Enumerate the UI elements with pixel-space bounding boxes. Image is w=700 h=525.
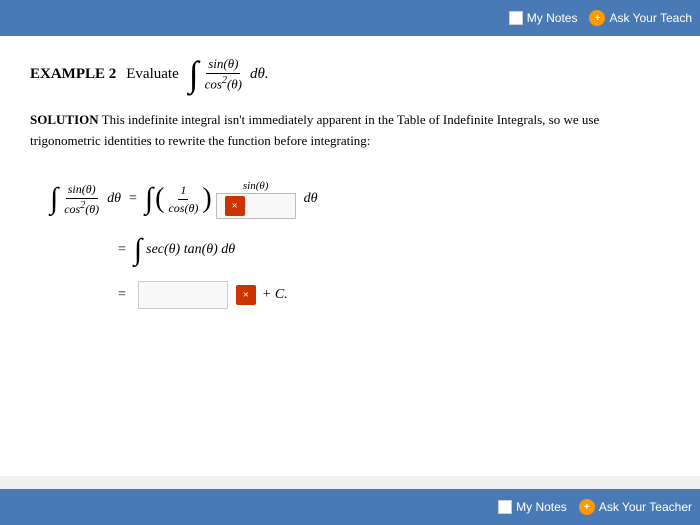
my-notes-section[interactable]: My Notes xyxy=(509,11,578,25)
frac-numerator: sin(θ) xyxy=(206,56,240,74)
rhs-frac-1-num: 1 xyxy=(178,183,188,200)
notes-checkbox[interactable] xyxy=(509,11,523,25)
sin-box-label: sin(θ) xyxy=(243,180,269,192)
evaluate-label: Evaluate xyxy=(126,66,178,83)
integral-symbol: ∫ xyxy=(189,56,199,92)
math-row-2: = ∫ sec(θ) tan(θ) dθ xyxy=(110,235,650,265)
integral-expression: ∫ sin(θ) cos2(θ) dθ. xyxy=(189,56,269,92)
main-content: EXAMPLE 2 Evaluate ∫ sin(θ) cos2(θ) dθ. … xyxy=(0,36,700,476)
bottom-ask-teacher-section[interactable]: + Ask Your Teacher xyxy=(579,499,692,515)
my-notes-label: My Notes xyxy=(527,11,578,25)
ask-teacher-icon: + xyxy=(589,10,605,26)
integral-lhs: ∫ xyxy=(50,184,58,214)
final-x-button[interactable]: × xyxy=(236,285,256,305)
math-working-area: ∫ sin(θ) cos2(θ) dθ = ∫ ( 1 cos(θ) ) xyxy=(30,170,670,345)
close-paren-1: ) xyxy=(202,185,211,213)
equals-2: = xyxy=(118,242,126,258)
bottom-ask-teacher-label: Ask Your Teacher xyxy=(599,500,692,514)
solution-label: SOLUTION xyxy=(30,112,99,127)
rhs-dtheta-1: dθ xyxy=(304,191,318,207)
integral-rhs1: ∫ xyxy=(145,184,153,214)
bottom-toolbar: My Notes + Ask Your Teacher xyxy=(0,489,700,525)
bottom-my-notes-section[interactable]: My Notes xyxy=(498,500,567,514)
top-toolbar: My Notes + Ask Your Teach xyxy=(0,0,700,36)
example-title: EXAMPLE 2 Evaluate ∫ sin(θ) cos2(θ) dθ. xyxy=(30,56,670,92)
bottom-notes-checkbox[interactable] xyxy=(498,500,512,514)
main-fraction: sin(θ) cos2(θ) xyxy=(203,56,244,92)
equals-1: = xyxy=(129,191,137,207)
integral-row2: ∫ xyxy=(134,235,142,265)
math-row-1: ∫ sin(θ) cos2(θ) dθ = ∫ ( 1 cos(θ) ) xyxy=(50,180,650,219)
solution-description: This indefinite integral isn't immediate… xyxy=(30,112,599,148)
plus-c: + C. xyxy=(262,287,288,303)
sec-tan-text: sec(θ) tan(θ) dθ xyxy=(146,242,235,258)
row3-expression: × + C. xyxy=(134,281,288,309)
sin-x-button[interactable]: × xyxy=(225,196,245,216)
bottom-my-notes-label: My Notes xyxy=(516,500,567,514)
lhs-expression: ∫ sin(θ) cos2(θ) dθ xyxy=(50,182,121,217)
lhs-fraction: sin(θ) cos2(θ) xyxy=(62,182,101,217)
rhs-frac-1-den: cos(θ) xyxy=(166,200,200,216)
bottom-ask-teacher-icon: + xyxy=(579,499,595,515)
lhs-frac-num: sin(θ) xyxy=(66,182,98,199)
math-row-3: = × + C. xyxy=(110,281,650,309)
frac-denominator: cos2(θ) xyxy=(203,74,244,92)
rhs-frac-1: 1 cos(θ) xyxy=(166,183,200,216)
rhs-expression-1: ∫ ( 1 cos(θ) ) sin(θ) × dθ xyxy=(145,180,318,219)
ask-teacher-label: Ask Your Teach xyxy=(609,11,692,25)
example-label: EXAMPLE 2 xyxy=(30,66,116,83)
equals-3: = xyxy=(118,287,126,303)
lhs-frac-den: cos2(θ) xyxy=(62,199,101,217)
dtheta: dθ. xyxy=(250,66,269,83)
open-paren-1: ( xyxy=(155,185,164,213)
sin-box-container: sin(θ) × xyxy=(216,180,296,219)
solution-text-block: SOLUTION This indefinite integral isn't … xyxy=(30,110,670,152)
row2-expression: ∫ sec(θ) tan(θ) dθ xyxy=(134,235,235,265)
final-answer-box[interactable] xyxy=(138,281,228,309)
lhs-dtheta: dθ xyxy=(107,191,121,207)
sin-input-box[interactable]: × xyxy=(216,193,296,219)
ask-teacher-section[interactable]: + Ask Your Teach xyxy=(589,10,692,26)
